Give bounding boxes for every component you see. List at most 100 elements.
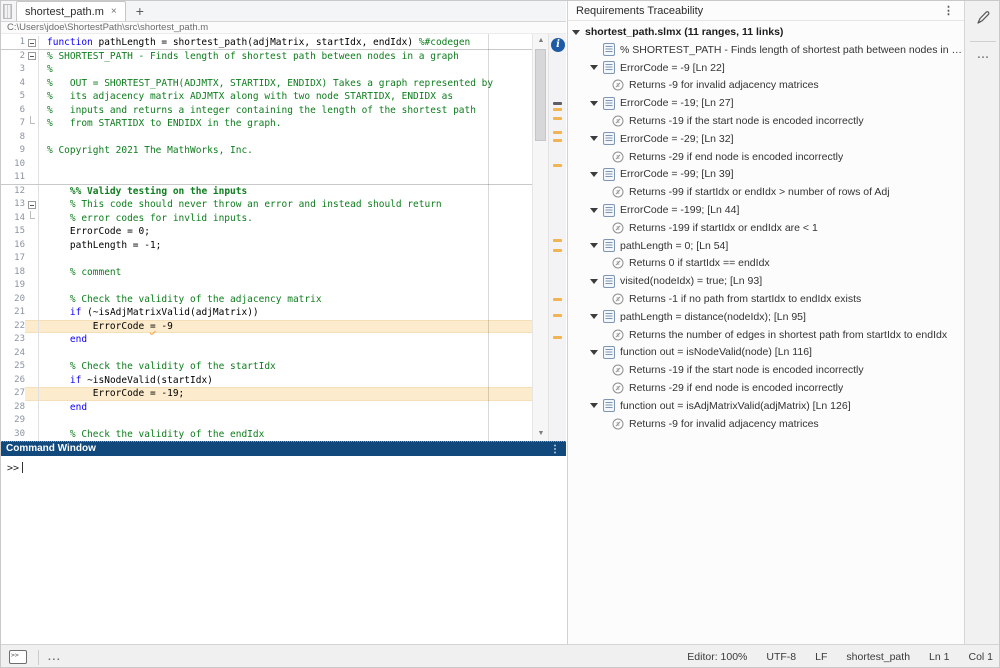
requirement-range-item[interactable]: function out = isAdjMatrixValid(adjMatri…: [568, 397, 965, 415]
command-window-menu-icon[interactable]: ⋮: [550, 443, 560, 457]
code-line[interactable]: 19: [1, 279, 532, 293]
requirements-menu-icon[interactable]: ⋮: [943, 1, 954, 21]
code-line[interactable]: 18 % comment: [1, 266, 532, 280]
editor-vertical-scrollbar[interactable]: ▲ ▼: [532, 34, 548, 441]
code-line[interactable]: 6% inputs and returns a integer containi…: [1, 104, 532, 118]
command-window-input-area[interactable]: >>: [1, 456, 566, 644]
code-fold-collapse-icon[interactable]: [28, 201, 36, 209]
code-line[interactable]: 7% from STARTIDX to ENDIDX in the graph.: [1, 117, 532, 131]
new-tab-button[interactable]: +: [136, 4, 144, 18]
statusbar-editor-zoom[interactable]: Editor: 100%: [687, 651, 747, 663]
code-line[interactable]: 30 % Check the validity of the endIdx: [1, 428, 532, 442]
requirement-link-item[interactable]: Returns -29 if end node is encoded incor…: [568, 148, 965, 166]
collapse-triangle-icon[interactable]: [590, 65, 598, 70]
analyzer-position-marker[interactable]: [553, 102, 562, 105]
collapse-triangle-icon[interactable]: [590, 172, 598, 177]
document-bar-grip-icon[interactable]: [3, 4, 12, 19]
requirement-range-item[interactable]: pathLength = distance(nodeIdx); [Ln 95]: [568, 308, 965, 326]
code-line[interactable]: 21 if (~isAdjMatrixValid(adjMatrix)): [1, 306, 532, 320]
code-analyzer-info-icon[interactable]: i: [551, 38, 565, 52]
analyzer-warning-marker[interactable]: [553, 139, 562, 142]
code-line[interactable]: 15 ErrorCode = 0;: [1, 225, 532, 239]
scroll-up-icon[interactable]: ▲: [533, 35, 549, 47]
code-line[interactable]: 23 end: [1, 333, 532, 347]
statusbar-more-icon[interactable]: ...: [48, 651, 61, 663]
analyzer-warning-marker[interactable]: [553, 239, 562, 242]
code-line[interactable]: 9% Copyright 2021 The MathWorks, Inc.: [1, 144, 532, 158]
code-line[interactable]: 2% SHORTEST_PATH - Finds length of short…: [1, 50, 532, 64]
requirement-link-item[interactable]: Returns -1 if no path from startIdx to e…: [568, 290, 965, 308]
collapse-triangle-icon[interactable]: [590, 101, 598, 106]
code-line[interactable]: 26 if ~isNodeValid(startIdx): [1, 374, 532, 388]
code-line[interactable]: 25 % Check the validity of the startIdx: [1, 360, 532, 374]
collapse-triangle-icon[interactable]: [590, 350, 598, 355]
collapse-triangle-icon[interactable]: [590, 243, 598, 248]
analyzer-warning-marker[interactable]: [553, 164, 562, 167]
requirement-link-item[interactable]: Returns -29 if end node is encoded incor…: [568, 379, 965, 397]
requirement-link-item[interactable]: Returns the number of edges in shortest …: [568, 326, 965, 344]
code-line[interactable]: 12 %% Validy testing on the inputs: [1, 185, 532, 199]
code-line[interactable]: 27 ErrorCode = -19;: [1, 387, 532, 401]
scrollbar-thumb[interactable]: [535, 49, 546, 141]
code-line[interactable]: 13 % This code should never throw an err…: [1, 198, 532, 212]
code-line[interactable]: 29: [1, 414, 532, 428]
command-window-panel-icon[interactable]: >>: [9, 650, 27, 664]
requirement-range-item[interactable]: % SHORTEST_PATH - Finds length of shorte…: [568, 41, 965, 59]
code-line[interactable]: 16 pathLength = -1;: [1, 239, 532, 253]
code-line[interactable]: 8: [1, 131, 532, 145]
requirement-link-item[interactable]: Returns -199 if startIdx or endIdx are <…: [568, 219, 965, 237]
more-tools-icon[interactable]: ...: [965, 49, 1000, 61]
collapse-triangle-icon[interactable]: [572, 30, 580, 35]
analyzer-warning-marker[interactable]: [553, 314, 562, 317]
analyzer-warning-marker[interactable]: [553, 108, 562, 111]
collapse-triangle-icon[interactable]: [590, 279, 598, 284]
code-line[interactable]: 5% its adjacency matrix ADJMTX along wit…: [1, 90, 532, 104]
collapse-triangle-icon[interactable]: [590, 403, 598, 408]
code-line[interactable]: 4% OUT = SHORTEST_PATH(ADJMTX, STARTIDX,…: [1, 77, 532, 91]
code-fold-collapse-icon[interactable]: [28, 52, 36, 60]
code-line[interactable]: 14 % error codes for invlid inputs.: [1, 212, 532, 226]
requirement-range-item[interactable]: ErrorCode = -99; [Ln 39]: [568, 166, 965, 184]
code-area[interactable]: 1function pathLength = shortest_path(adj…: [1, 34, 532, 441]
analyzer-warning-marker[interactable]: [553, 336, 562, 339]
analyzer-warning-marker[interactable]: [553, 249, 562, 252]
requirement-link-item[interactable]: Returns -99 if startIdx or endIdx > numb…: [568, 183, 965, 201]
tab-shortest-path[interactable]: shortest_path.m ×: [16, 1, 126, 21]
requirement-range-item[interactable]: ErrorCode = -199; [Ln 44]: [568, 201, 965, 219]
code-line[interactable]: 24: [1, 347, 532, 361]
requirement-range-item[interactable]: ErrorCode = -29; [Ln 32]: [568, 130, 965, 148]
analyzer-warning-marker[interactable]: [553, 298, 562, 301]
collapse-triangle-icon[interactable]: [590, 314, 598, 319]
code-lines[interactable]: 1function pathLength = shortest_path(adj…: [1, 36, 532, 441]
code-line[interactable]: 1function pathLength = shortest_path(adj…: [1, 36, 532, 50]
requirement-range-item[interactable]: ErrorCode = -19; [Ln 27]: [568, 94, 965, 112]
tab-close-icon[interactable]: ×: [111, 7, 117, 17]
requirement-range-item[interactable]: ErrorCode = -9 [Ln 22]: [568, 59, 965, 77]
collapse-triangle-icon[interactable]: [590, 208, 598, 213]
code-line[interactable]: 10: [1, 158, 532, 172]
code-line[interactable]: 17: [1, 252, 532, 266]
collapse-triangle-icon[interactable]: [590, 136, 598, 141]
scroll-down-icon[interactable]: ▼: [533, 428, 549, 440]
requirement-range-item[interactable]: pathLength = 0; [Ln 54]: [568, 237, 965, 255]
requirements-root-item[interactable]: shortest_path.slmx (11 ranges, 11 links): [568, 23, 965, 41]
command-window-header[interactable]: Command Window ⋮: [1, 441, 566, 456]
analyzer-warning-marker[interactable]: [553, 117, 562, 120]
requirements-pen-icon[interactable]: [974, 9, 992, 27]
analyzer-warning-marker[interactable]: [553, 131, 562, 134]
requirement-link-item[interactable]: Returns -19 if the start node is encoded…: [568, 361, 965, 379]
requirement-range-item[interactable]: visited(nodeIdx) = true; [Ln 93]: [568, 272, 965, 290]
requirement-range-item[interactable]: function out = isNodeValid(node) [Ln 116…: [568, 344, 965, 362]
requirement-link-item[interactable]: Returns -19 if the start node is encoded…: [568, 112, 965, 130]
code-line[interactable]: 20 % Check the validity of the adjacency…: [1, 293, 532, 307]
code-line[interactable]: 11: [1, 171, 532, 185]
code-line[interactable]: 28 end: [1, 401, 532, 415]
code-fold-collapse-icon[interactable]: [28, 39, 36, 47]
editor-pane[interactable]: 1function pathLength = shortest_path(adj…: [1, 34, 566, 441]
code-line[interactable]: 3%: [1, 63, 532, 77]
requirement-link-item[interactable]: Returns -9 for invalid adjacency matrice…: [568, 77, 965, 95]
code-line[interactable]: 22 ErrorCode = -9: [1, 320, 532, 334]
requirement-link-item[interactable]: Returns 0 if startIdx == endIdx: [568, 255, 965, 273]
requirement-link-item[interactable]: Returns -9 for invalid adjacency matrice…: [568, 415, 965, 433]
code-analyzer-strip[interactable]: i: [548, 34, 566, 441]
